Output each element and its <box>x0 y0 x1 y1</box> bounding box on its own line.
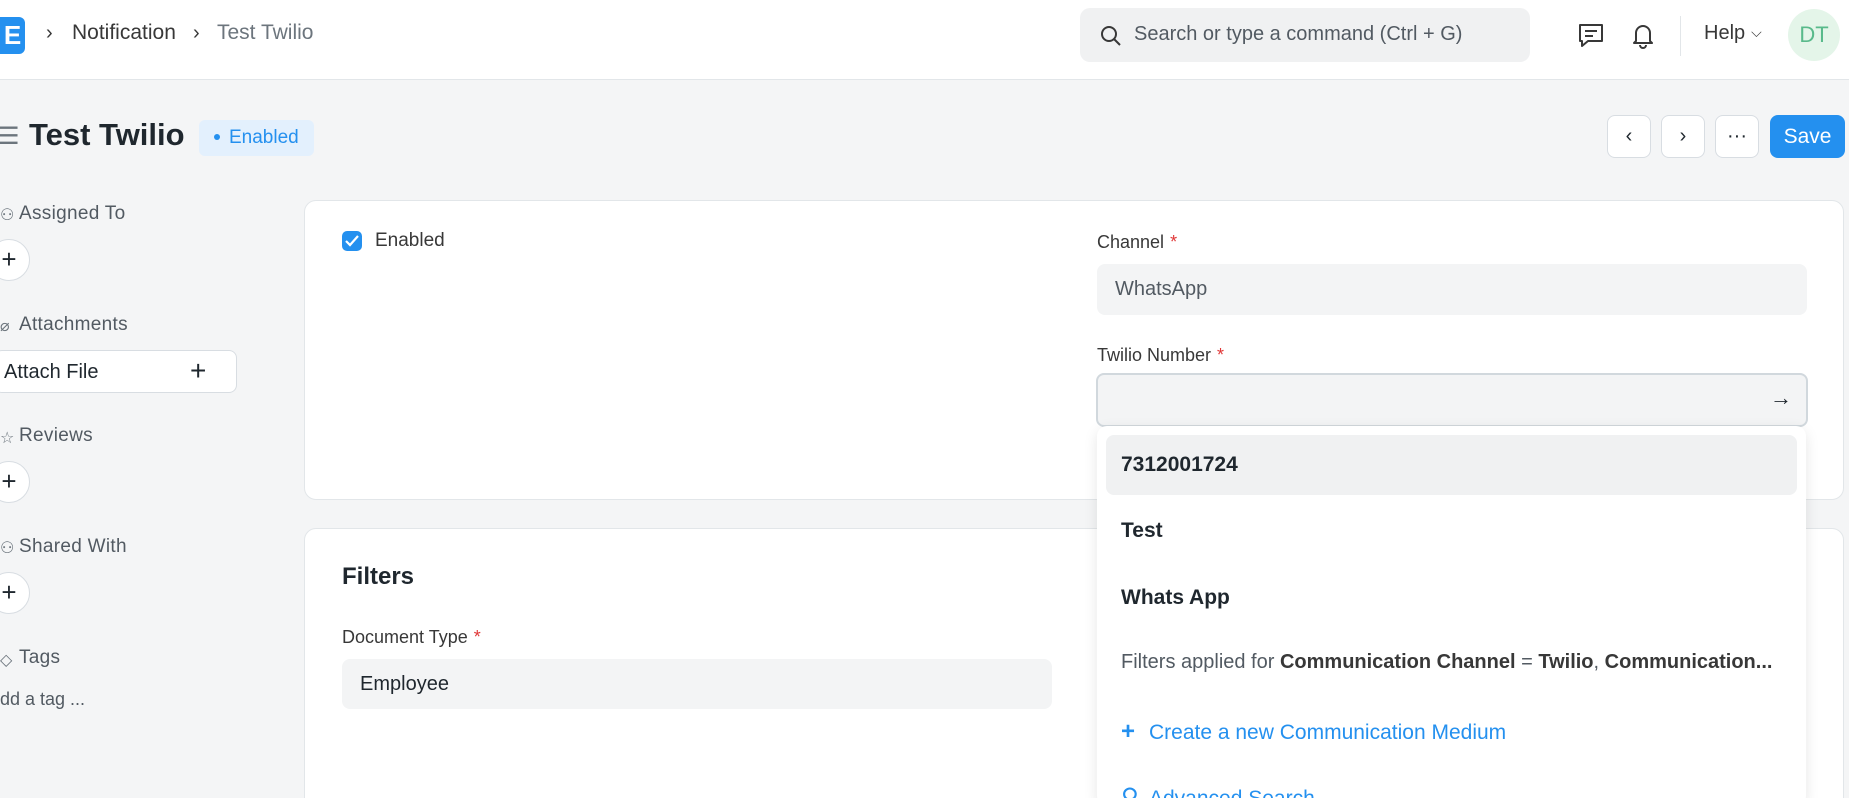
status-badge: Enabled <box>199 120 314 156</box>
search-icon <box>1101 26 1121 46</box>
dropdown-option[interactable]: Test <box>1106 501 1797 561</box>
shared-with-label: Shared With <box>19 536 127 557</box>
twilio-number-label: Twilio Number * <box>1097 345 1224 366</box>
more-actions-button[interactable]: ··· <box>1715 115 1759 158</box>
app-logo[interactable]: E <box>0 17 25 54</box>
document-type-label: Document Type * <box>342 627 481 648</box>
attach-file-label: Attach File <box>4 361 99 383</box>
plus-icon: + <box>1121 718 1136 745</box>
enabled-label: Enabled <box>375 230 445 251</box>
twilio-number-label-text: Twilio Number <box>1097 345 1212 365</box>
add-share-button[interactable]: + <box>0 572 30 614</box>
chevron-down-icon: ⌵ <box>1751 24 1762 40</box>
chevron-right-icon: › <box>193 22 200 44</box>
attach-file-button[interactable]: Attach File + <box>0 350 237 393</box>
navbar-divider <box>1680 16 1681 56</box>
next-record-button[interactable]: › <box>1661 115 1705 158</box>
search-icon: ⚲ <box>1121 784 1139 798</box>
avatar[interactable]: DT <box>1788 9 1840 61</box>
twilio-number-input[interactable]: → <box>1096 373 1808 427</box>
filters-section-title: Filters <box>342 563 415 590</box>
top-navbar: E › Notification › Test Twilio Search or… <box>0 0 1849 80</box>
dropdown-option[interactable]: Whats App <box>1106 568 1797 628</box>
breadcrumb-test-twilio[interactable]: Test Twilio <box>217 21 313 45</box>
paperclip-icon: ⌀ <box>0 318 10 335</box>
ellipsis-icon: ··· <box>1727 125 1747 147</box>
status-label: Enabled <box>229 127 299 148</box>
chat-icon[interactable] <box>1576 20 1606 50</box>
add-review-button[interactable]: + <box>0 461 30 503</box>
breadcrumb-notification[interactable]: Notification <box>72 21 176 45</box>
user-add-icon: ⚇ <box>0 207 15 224</box>
filter-field: Communication Channel <box>1279 651 1516 673</box>
arrow-right-icon[interactable]: → <box>1770 385 1792 411</box>
search-placeholder: Search or type a command (Ctrl + G) <box>1134 23 1463 45</box>
tag-icon: ◇ <box>0 652 13 669</box>
status-dot <box>214 134 220 140</box>
filter-operator: = <box>1515 651 1539 673</box>
filter-value: Twilio <box>1538 651 1594 673</box>
search-bar[interactable]: Search or type a command (Ctrl + G) <box>1080 8 1530 62</box>
add-assignee-button[interactable]: + <box>0 239 30 281</box>
previous-record-button[interactable]: ‹ <box>1607 115 1651 158</box>
page-title: Test Twilio <box>29 117 185 152</box>
channel-label: Channel * <box>1097 232 1177 253</box>
attachments-label: Attachments <box>19 314 128 335</box>
required-marker: * <box>1217 345 1225 365</box>
chevron-left-icon: ‹ <box>1625 125 1633 147</box>
twilio-number-dropdown: 7312001724 Test Whats App Filters applie… <box>1097 426 1806 798</box>
enabled-checkbox[interactable] <box>342 231 362 251</box>
advanced-search-link[interactable]: ⚲ Advanced Search <box>1121 783 1315 798</box>
check-icon <box>345 235 359 247</box>
document-type-label-text: Document Type <box>342 627 468 647</box>
required-marker: * <box>473 627 481 647</box>
plus-icon: + <box>190 355 207 386</box>
create-new-label: Create a new Communication Medium <box>1149 721 1507 744</box>
bell-icon[interactable] <box>1628 20 1658 50</box>
advanced-search-label: Advanced Search <box>1149 787 1315 798</box>
sidebar-toggle-icon[interactable]: ☰ <box>0 122 20 151</box>
star-icon: ☆ <box>0 430 15 447</box>
required-marker: * <box>1170 232 1178 252</box>
help-menu[interactable]: Help ⌵ <box>1704 22 1762 45</box>
tags-label: Tags <box>19 647 61 668</box>
channel-field[interactable]: WhatsApp <box>1097 264 1807 315</box>
filter-prefix: Filters applied for <box>1121 651 1280 673</box>
chevron-right-icon: › <box>1679 125 1687 147</box>
channel-label-text: Channel <box>1097 232 1165 252</box>
save-button[interactable]: Save <box>1770 115 1845 158</box>
dropdown-option[interactable]: 7312001724 <box>1106 435 1797 495</box>
help-label: Help <box>1704 22 1746 44</box>
add-tag-input[interactable]: dd a tag ... <box>0 689 85 710</box>
assigned-to-label: Assigned To <box>19 203 126 224</box>
filter-separator: , <box>1593 651 1605 673</box>
chevron-right-icon: › <box>46 22 53 44</box>
users-icon: ⚇ <box>0 540 15 557</box>
filter-field: Communication... <box>1604 651 1773 673</box>
reviews-label: Reviews <box>19 425 93 446</box>
create-new-link[interactable]: + Create a new Communication Medium <box>1121 718 1506 746</box>
document-type-field[interactable]: Employee <box>342 659 1052 709</box>
filters-applied-text: Filters applied for Communication Channe… <box>1121 651 1791 674</box>
